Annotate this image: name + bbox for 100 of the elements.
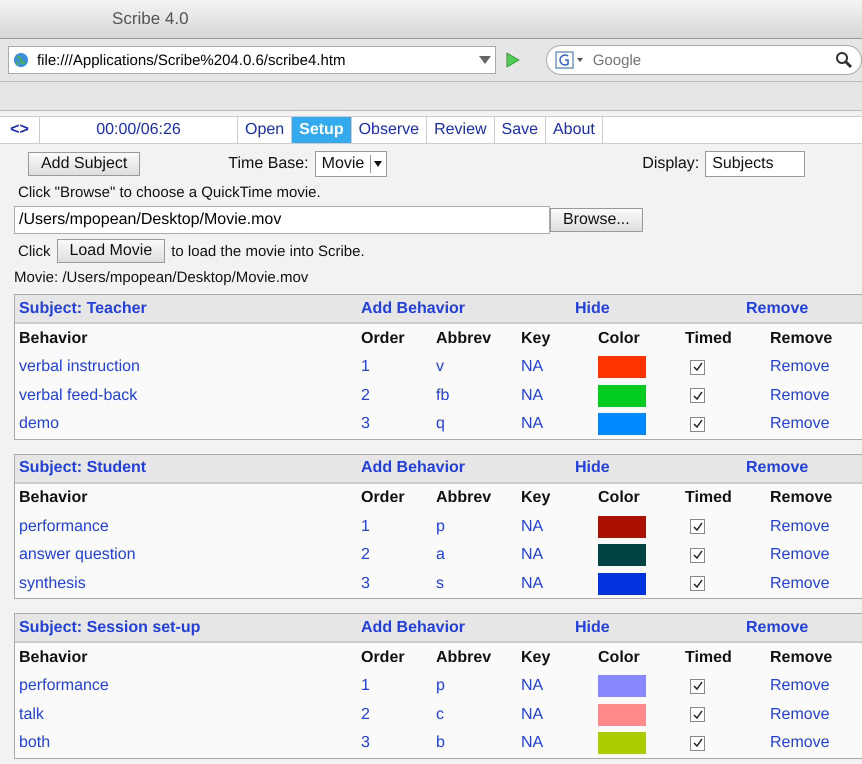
browse-hint: Click "Browse" to choose a QuickTime movie. bbox=[17, 183, 322, 201]
order-cell: 1 bbox=[361, 518, 370, 535]
time-base-label: Time Base: bbox=[228, 155, 309, 173]
column-header: Remove bbox=[770, 489, 834, 507]
remove-link[interactable]: Remove bbox=[770, 386, 830, 404]
search-icon[interactable] bbox=[835, 51, 853, 69]
key-cell: NA bbox=[521, 518, 544, 535]
color-swatch[interactable] bbox=[598, 356, 646, 378]
behavior-link[interactable]: demo bbox=[19, 415, 60, 432]
order-cell: 2 bbox=[361, 546, 370, 564]
remove-link[interactable]: Remove bbox=[770, 518, 830, 535]
column-header: Key bbox=[521, 648, 552, 666]
add-behavior-link[interactable]: Add Behavior bbox=[361, 459, 575, 477]
abbrev-cell: s bbox=[436, 574, 444, 592]
abbrev-cell: c bbox=[436, 706, 444, 723]
key-cell: NA bbox=[521, 415, 544, 432]
timed-checkbox[interactable] bbox=[690, 519, 705, 534]
color-swatch[interactable] bbox=[598, 572, 646, 595]
color-swatch[interactable] bbox=[598, 413, 646, 436]
column-header: Abbrev bbox=[436, 330, 492, 348]
nav-tab[interactable]: Save bbox=[494, 117, 546, 143]
behavior-link[interactable]: both bbox=[19, 734, 50, 752]
remove-link[interactable]: Remove bbox=[770, 415, 830, 432]
search-field[interactable]: Google bbox=[590, 50, 829, 70]
order-cell: 1 bbox=[361, 677, 370, 694]
behavior-link[interactable]: performance bbox=[19, 518, 109, 535]
timed-checkbox[interactable] bbox=[690, 707, 705, 722]
behavior-link[interactable]: verbal instruction bbox=[19, 358, 140, 376]
hide-link[interactable]: Hide bbox=[575, 618, 746, 636]
movie-status: Movie: /Users/mpopean/Desktop/Movie.mov bbox=[13, 268, 310, 286]
color-swatch[interactable] bbox=[598, 544, 646, 566]
key-cell: NA bbox=[521, 677, 544, 694]
behavior-link[interactable]: synthesis bbox=[19, 574, 86, 592]
remove-link[interactable]: Remove bbox=[770, 574, 830, 592]
address-bar[interactable]: file:///Applications/Scribe%204.0.6/scribe4.htm bbox=[8, 46, 496, 74]
color-swatch[interactable] bbox=[598, 675, 646, 698]
behavior-link[interactable]: answer question bbox=[19, 546, 136, 564]
behavior-link[interactable]: talk bbox=[19, 706, 44, 723]
add-behavior-link[interactable]: Add Behavior bbox=[361, 300, 575, 318]
time-base-select[interactable]: Movie bbox=[314, 151, 388, 177]
abbrev-cell: a bbox=[436, 546, 445, 564]
key-cell: NA bbox=[521, 546, 544, 564]
browse-button[interactable]: Browse... bbox=[550, 208, 643, 232]
timed-checkbox[interactable] bbox=[690, 678, 705, 694]
dropdown-icon[interactable] bbox=[370, 155, 384, 173]
color-swatch[interactable] bbox=[598, 384, 646, 407]
address-field[interactable]: file:///Applications/Scribe%204.0.6/scribe4.htm bbox=[35, 50, 473, 70]
column-header: Abbrev bbox=[436, 489, 492, 507]
hide-link[interactable]: Hide bbox=[575, 300, 746, 318]
toggle-control[interactable]: <> bbox=[0, 117, 40, 143]
column-header: Color bbox=[598, 330, 641, 348]
hide-link[interactable]: Hide bbox=[575, 459, 746, 477]
load-movie-button[interactable]: Load Movie bbox=[56, 239, 166, 263]
go-icon[interactable] bbox=[504, 52, 520, 68]
abbrev-cell: p bbox=[436, 518, 445, 535]
subject-title: Subject: Session set-up bbox=[18, 618, 202, 636]
timed-checkbox[interactable] bbox=[690, 576, 705, 592]
timed-checkbox[interactable] bbox=[690, 416, 705, 432]
order-cell: 3 bbox=[361, 415, 370, 432]
behavior-link[interactable]: performance bbox=[19, 677, 109, 694]
column-header: Behavior bbox=[18, 489, 88, 507]
behavior-link[interactable]: verbal feed-back bbox=[19, 386, 138, 404]
remove-link[interactable]: Remove bbox=[770, 677, 830, 694]
color-swatch[interactable] bbox=[598, 704, 646, 726]
column-header: Order bbox=[361, 489, 406, 507]
subject-title: Subject: Student bbox=[18, 459, 148, 477]
nav-tab[interactable]: Observe bbox=[352, 117, 428, 143]
remove-link[interactable]: Remove bbox=[770, 546, 830, 564]
remove-link[interactable]: Remove bbox=[770, 358, 830, 376]
add-behavior-link[interactable]: Add Behavior bbox=[361, 618, 575, 636]
add-subject-button[interactable]: Add Subject bbox=[28, 152, 140, 176]
abbrev-cell: p bbox=[436, 677, 445, 694]
display-select[interactable]: Subjects bbox=[705, 151, 806, 177]
column-header: Remove bbox=[770, 330, 834, 348]
remove-link[interactable]: Remove bbox=[770, 706, 830, 723]
key-cell: NA bbox=[521, 386, 544, 404]
color-swatch[interactable] bbox=[598, 732, 646, 754]
timed-checkbox[interactable] bbox=[690, 736, 705, 751]
remove-subject-link[interactable]: Remove bbox=[746, 300, 808, 318]
key-cell: NA bbox=[521, 706, 544, 723]
timed-checkbox[interactable] bbox=[690, 548, 705, 563]
remove-link[interactable]: Remove bbox=[770, 734, 830, 752]
key-cell: NA bbox=[521, 734, 544, 752]
nav-tab[interactable]: Review bbox=[427, 117, 495, 143]
key-cell: NA bbox=[521, 574, 544, 592]
abbrev-cell: q bbox=[436, 415, 445, 432]
file-path-field[interactable]: /Users/mpopean/Desktop/Movie.mov bbox=[14, 206, 550, 234]
window-title: Scribe 4.0 bbox=[112, 9, 189, 29]
search-bar[interactable]: Google bbox=[546, 45, 862, 75]
column-header: Color bbox=[598, 489, 641, 507]
remove-subject-link[interactable]: Remove bbox=[746, 618, 808, 636]
color-swatch[interactable] bbox=[598, 516, 646, 538]
nav-tab[interactable]: About bbox=[546, 117, 603, 143]
time-display: 00:00/06:26 bbox=[40, 117, 238, 143]
timed-checkbox[interactable] bbox=[690, 388, 705, 404]
timed-checkbox[interactable] bbox=[690, 360, 705, 375]
remove-subject-link[interactable]: Remove bbox=[746, 459, 808, 477]
column-header: Key bbox=[521, 489, 552, 507]
column-header: Order bbox=[361, 648, 406, 666]
load-suffix-text: to load the movie into Scribe. bbox=[171, 242, 365, 260]
